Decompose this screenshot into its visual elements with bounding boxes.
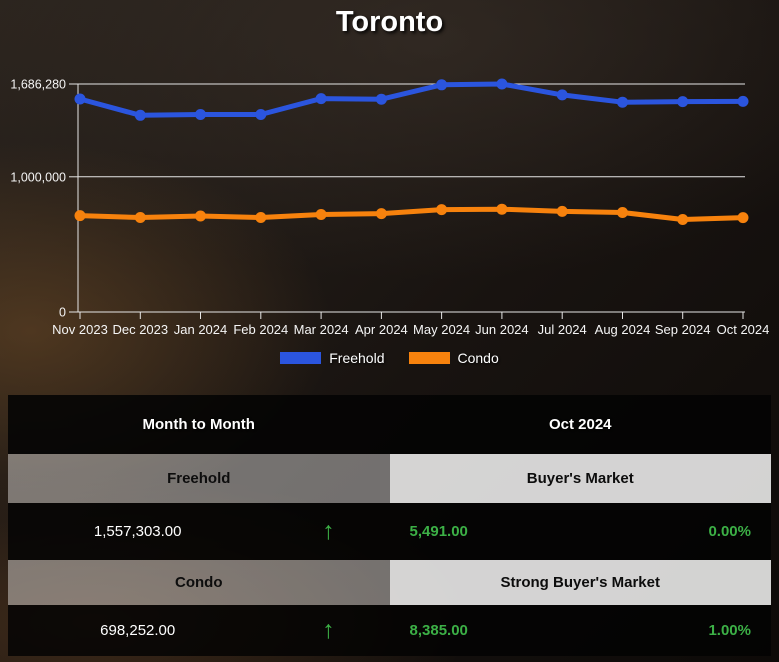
condo-label: Condo	[8, 560, 390, 605]
condo-percent-change: 1.00%	[708, 622, 751, 639]
condo-listings-value: 8,385.00	[409, 622, 468, 639]
freehold-legend-swatch-icon	[280, 352, 322, 364]
svg-text:Apr 2024: Apr 2024	[355, 322, 408, 337]
condo-legend-swatch-icon	[408, 352, 450, 364]
freehold-price: 1,557,303.00	[93, 523, 182, 540]
svg-text:1,686,280: 1,686,280	[10, 78, 66, 92]
chart-legend: Freehold Condo	[0, 350, 779, 366]
svg-text:Sep 2024: Sep 2024	[655, 322, 711, 337]
freehold-label: Freehold	[8, 454, 390, 503]
svg-text:May 2024: May 2024	[413, 322, 470, 337]
month-to-month-table: Month to Month Oct 2024 Freehold Buyer's…	[8, 395, 771, 656]
svg-text:Nov 2023: Nov 2023	[52, 322, 108, 337]
table-header-row: Month to Month Oct 2024	[8, 395, 771, 454]
svg-text:Jul 2024: Jul 2024	[538, 322, 587, 337]
svg-text:Aug 2024: Aug 2024	[595, 322, 651, 337]
svg-text:Jun 2024: Jun 2024	[475, 322, 529, 337]
price-trend-chart: 0 1,000,000 1,686,280 Nov 2023 Dec 2023 Jan 2…	[10, 78, 770, 338]
svg-text:Dec 2023: Dec 2023	[112, 322, 168, 337]
up-arrow-icon: ↑	[322, 517, 335, 545]
svg-text:Mar 2024: Mar 2024	[294, 322, 349, 337]
svg-text:0: 0	[59, 306, 66, 320]
freehold-data-row: 1,557,303.00 ↑ 5,491.00 0.00%	[8, 503, 771, 560]
toronto-market-report: Toronto 0 1,000,000 1,686,280 Nov 2023 Dec 2…	[0, 0, 779, 662]
condo-band-row: Condo Strong Buyer's Market	[8, 560, 771, 605]
condo-market-status: Strong Buyer's Market	[389, 560, 771, 605]
condo-price: 698,252.00	[100, 622, 176, 639]
freehold-percent-change: 0.00%	[708, 523, 751, 540]
freehold-market-status: Buyer's Market	[389, 454, 771, 503]
header-month-to-month: Month to Month	[142, 416, 255, 433]
freehold-listings-value: 5,491.00	[409, 523, 468, 540]
legend-item-condo[interactable]: Condo	[408, 350, 499, 366]
svg-text:Jan 2024: Jan 2024	[174, 322, 228, 337]
freehold-band-row: Freehold Buyer's Market	[8, 454, 771, 503]
condo-data-row: 698,252.00 ↑ 8,385.00 1.00%	[8, 605, 771, 656]
svg-text:Oct 2024: Oct 2024	[717, 322, 770, 337]
svg-text:Feb 2024: Feb 2024	[233, 322, 288, 337]
legend-label: Freehold	[329, 350, 385, 366]
svg-text:1,000,000: 1,000,000	[10, 170, 66, 184]
header-current-month: Oct 2024	[548, 416, 612, 433]
up-arrow-icon: ↑	[322, 616, 335, 644]
legend-label: Condo	[457, 350, 499, 366]
legend-item-freehold[interactable]: Freehold	[280, 350, 385, 366]
